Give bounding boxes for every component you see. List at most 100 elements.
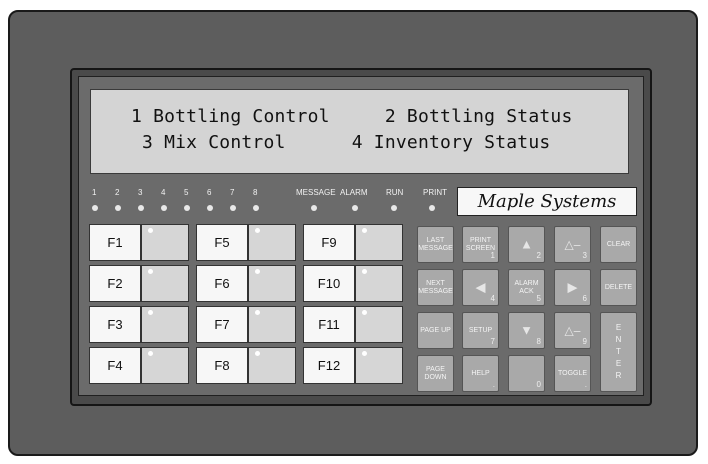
- f7-key[interactable]: F7: [196, 306, 248, 343]
- help-label: HELP: [471, 369, 490, 377]
- up-arrow-key[interactable]: ▲ 2: [508, 226, 545, 263]
- f11-led: [362, 310, 367, 315]
- triangle-right-icon: ▶: [567, 279, 578, 295]
- alarm-ack-key[interactable]: ALARM ACK 5: [508, 269, 545, 306]
- f12-key[interactable]: F12: [303, 347, 355, 384]
- lcd-display: 1 Bottling Control 2 Bottling Status 3 M…: [90, 89, 629, 174]
- triangle-left-icon: ◀: [475, 279, 486, 295]
- f7-led-pad: [248, 306, 296, 343]
- f6-led-pad: [248, 265, 296, 302]
- f12-led: [362, 351, 367, 356]
- up-arrow-number: 2: [536, 251, 541, 260]
- f10-led: [362, 269, 367, 274]
- f1-led-pad: [141, 224, 189, 261]
- f4-led-pad: [141, 347, 189, 384]
- delta-minus-3-number: 3: [582, 251, 587, 260]
- alarm-ack-number: 5: [536, 294, 541, 303]
- setup-number: 7: [490, 337, 495, 346]
- f5-key[interactable]: F5: [196, 224, 248, 261]
- f6-key[interactable]: F6: [196, 265, 248, 302]
- clear-key[interactable]: CLEAR: [600, 226, 637, 263]
- f2-key[interactable]: F2: [89, 265, 141, 302]
- indicator-label-run: RUN: [386, 188, 404, 197]
- toggle-label: TOGGLE: [557, 369, 588, 377]
- right-arrow-key[interactable]: ▶ 6: [554, 269, 591, 306]
- led-run: [391, 205, 397, 211]
- f8-led-pad: [248, 347, 296, 384]
- led-5: [184, 205, 190, 211]
- f3-key[interactable]: F3: [89, 306, 141, 343]
- indicator-label-3: 3: [138, 188, 143, 197]
- f9-led: [362, 228, 367, 233]
- zero-key[interactable]: 0: [508, 355, 545, 392]
- down-arrow-key[interactable]: ▼ 8: [508, 312, 545, 349]
- f5-led: [255, 228, 260, 233]
- page-up-key[interactable]: PAGE UP: [417, 312, 454, 349]
- indicator-label-2: 2: [115, 188, 120, 197]
- f6-led: [255, 269, 260, 274]
- led-message: [311, 205, 317, 211]
- led-8: [253, 205, 259, 211]
- indicator-label-message: MESSAGE: [296, 188, 336, 197]
- led-1: [92, 205, 98, 211]
- delete-key[interactable]: DELETE: [600, 269, 637, 306]
- delta-minus-9-label: △–: [564, 323, 581, 338]
- f2-led: [148, 269, 153, 274]
- led-7: [230, 205, 236, 211]
- lcd-line-2: 3 Mix Control 4 Inventory Status: [131, 132, 551, 153]
- led-3: [138, 205, 144, 211]
- led-print: [429, 205, 435, 211]
- enter-letter-e2: E: [615, 359, 622, 368]
- indicator-label-print: PRINT: [423, 188, 447, 197]
- f5-led-pad: [248, 224, 296, 261]
- help-symbol: .: [492, 380, 495, 389]
- enter-letter-e: E: [615, 323, 622, 332]
- setup-key[interactable]: SETUP 7: [462, 312, 499, 349]
- indicator-label-1: 1: [92, 188, 97, 197]
- f3-led-pad: [141, 306, 189, 343]
- clear-label: CLEAR: [606, 240, 631, 248]
- delta-minus-3-label: △–: [564, 237, 581, 252]
- f7-led: [255, 310, 260, 315]
- enter-key[interactable]: E N T E R: [600, 312, 637, 392]
- next-message-key[interactable]: NEXT MESSAGE: [417, 269, 454, 306]
- indicator-label-4: 4: [161, 188, 166, 197]
- down-arrow-number: 8: [536, 337, 541, 346]
- page-down-label: PAGE DOWN: [424, 365, 447, 381]
- page-down-key[interactable]: PAGE DOWN: [417, 355, 454, 392]
- indicator-label-alarm: ALARM: [340, 188, 368, 197]
- f1-key[interactable]: F1: [89, 224, 141, 261]
- last-message-key[interactable]: LAST MESSAGE: [417, 226, 454, 263]
- led-alarm: [352, 205, 358, 211]
- f4-key[interactable]: F4: [89, 347, 141, 384]
- left-arrow-number: 4: [490, 294, 495, 303]
- help-key[interactable]: HELP.: [462, 355, 499, 392]
- indicator-label-7: 7: [230, 188, 235, 197]
- indicator-label-5: 5: [184, 188, 189, 197]
- next-message-label: NEXT MESSAGE: [418, 279, 453, 295]
- triangle-down-icon: ▼: [520, 322, 533, 338]
- f10-key[interactable]: F10: [303, 265, 355, 302]
- f11-led-pad: [355, 306, 403, 343]
- left-arrow-key[interactable]: ◀ 4: [462, 269, 499, 306]
- print-screen-key[interactable]: PRINT SCREEN 1: [462, 226, 499, 263]
- enter-letter-t: T: [616, 347, 621, 356]
- toggle-key[interactable]: TOGGLE.: [554, 355, 591, 392]
- f8-led: [255, 351, 260, 356]
- f1-led: [148, 228, 153, 233]
- zero-number: 0: [536, 380, 541, 389]
- print-screen-number: 1: [490, 251, 495, 260]
- setup-label: SETUP: [468, 326, 493, 334]
- f11-key[interactable]: F11: [303, 306, 355, 343]
- delta-minus-3-key[interactable]: △– 3: [554, 226, 591, 263]
- f8-key[interactable]: F8: [196, 347, 248, 384]
- maple-systems-logo: Maple Systems: [457, 187, 637, 216]
- enter-letter-n: N: [615, 335, 622, 344]
- enter-letter-r: R: [615, 371, 622, 380]
- f2-led-pad: [141, 265, 189, 302]
- delta-minus-9-key[interactable]: △– 9: [554, 312, 591, 349]
- led-6: [207, 205, 213, 211]
- f9-key[interactable]: F9: [303, 224, 355, 261]
- indicator-label-6: 6: [207, 188, 212, 197]
- page-up-label: PAGE UP: [420, 326, 451, 334]
